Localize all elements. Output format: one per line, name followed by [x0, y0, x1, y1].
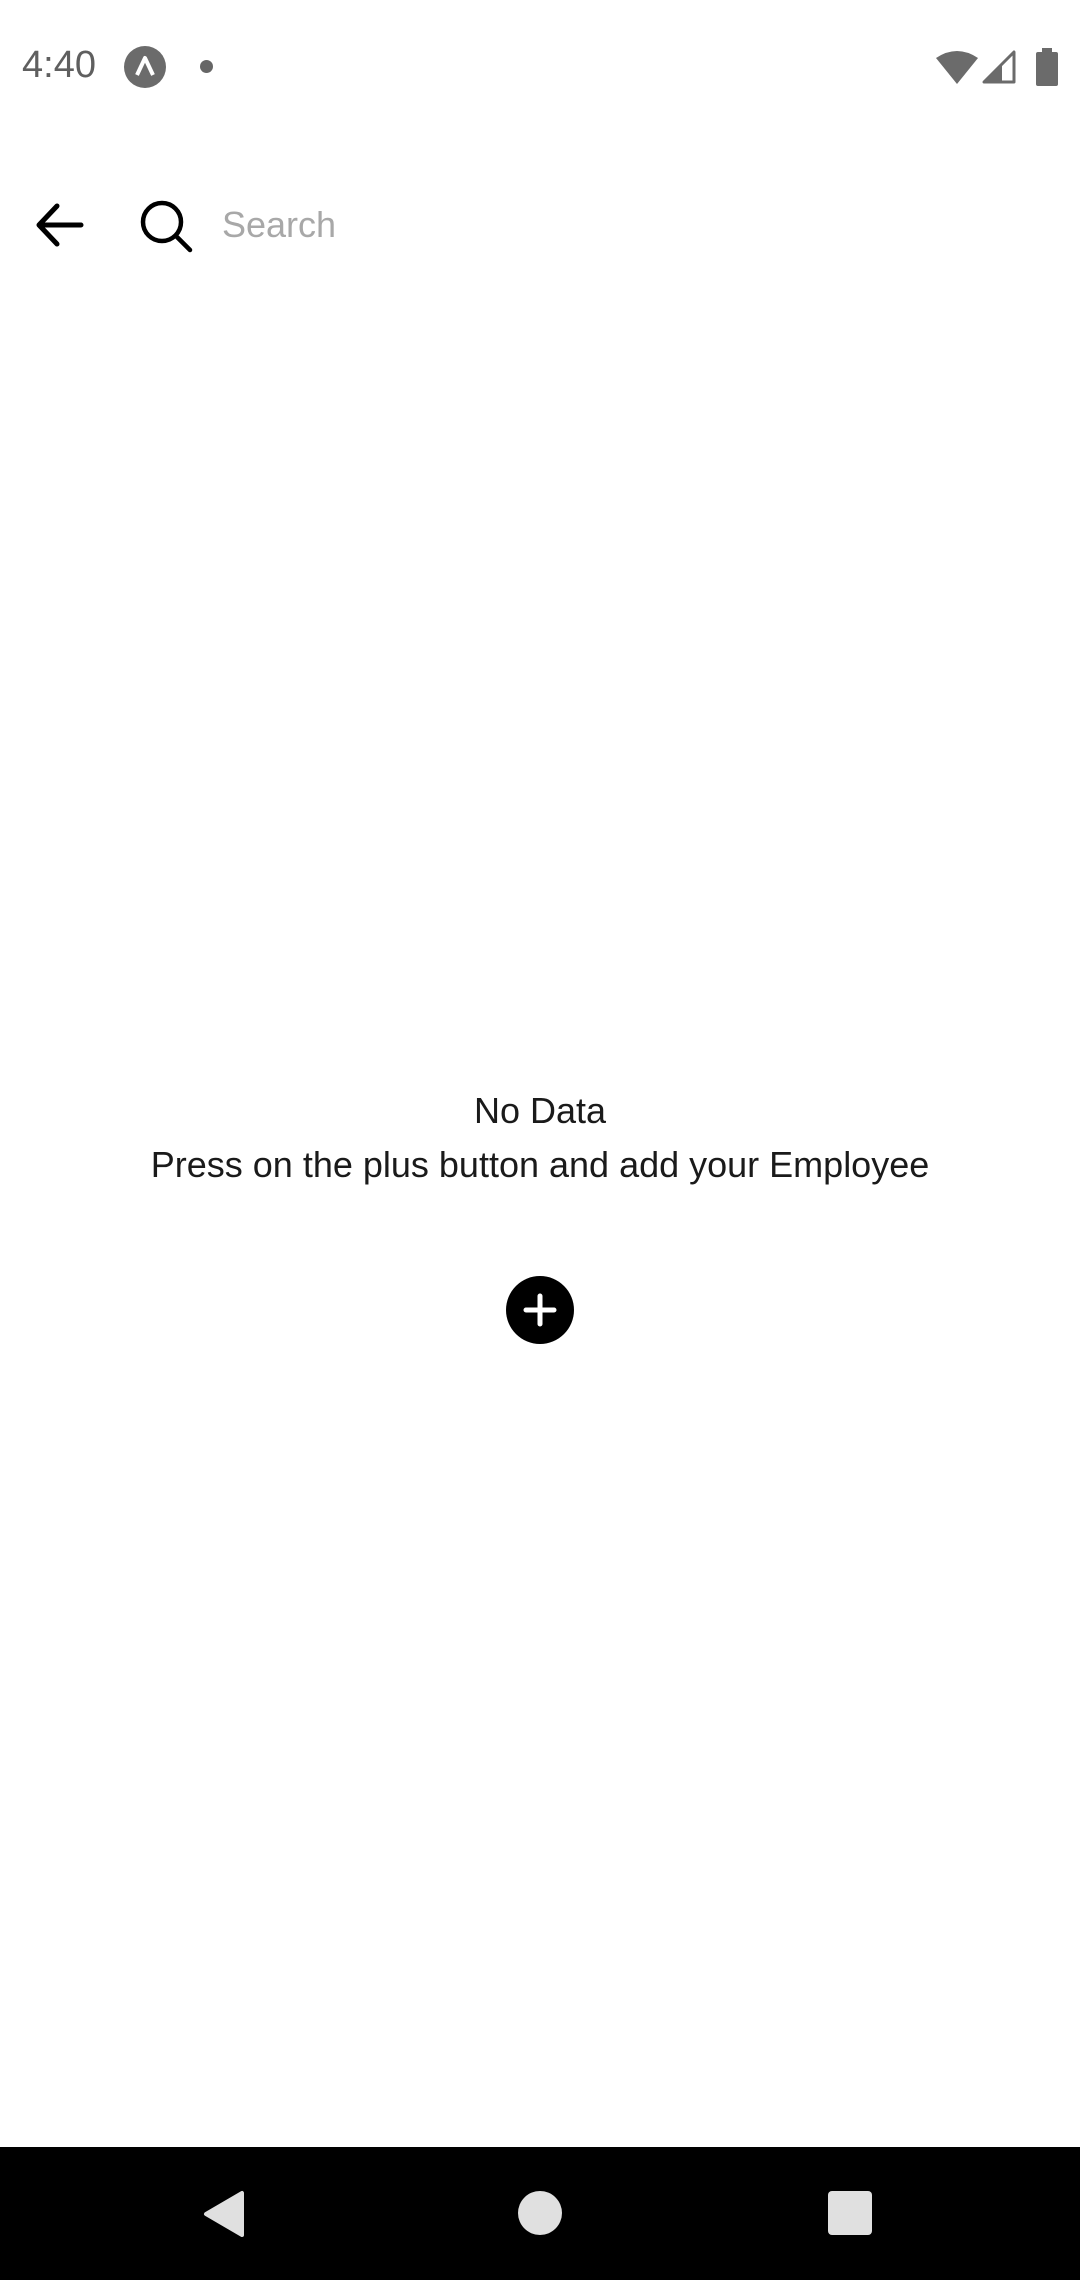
empty-state-title: No Data — [473, 1090, 607, 1131]
app-notification-icon — [124, 46, 166, 88]
employee-search-screen: 4:40 No Data Pre — [0, 0, 1080, 2280]
navigation-bar — [0, 2147, 1080, 2280]
add-employee-button[interactable] — [506, 1276, 574, 1344]
cell-signal-icon — [982, 50, 1016, 84]
nav-home-icon[interactable] — [518, 2191, 562, 2235]
status-time: 4:40 — [22, 44, 96, 86]
search-toolbar — [0, 160, 1080, 290]
plus-circle-icon — [523, 1293, 557, 1327]
status-bar: 4:40 — [0, 0, 1080, 135]
back-button[interactable] — [20, 180, 100, 270]
wifi-icon — [936, 51, 978, 84]
search-icon — [140, 200, 193, 253]
nav-back-icon[interactable] — [200, 2189, 250, 2239]
nav-recents-icon[interactable] — [828, 2191, 872, 2235]
empty-state: No Data Press on the plus button and add… — [0, 1085, 1080, 1191]
empty-state-message: Press on the plus button and add your Em… — [150, 1144, 930, 1185]
arrow-back-icon — [36, 203, 84, 247]
search-input[interactable] — [220, 190, 1044, 260]
battery-icon — [1036, 48, 1058, 86]
notification-dot-icon — [200, 60, 213, 73]
